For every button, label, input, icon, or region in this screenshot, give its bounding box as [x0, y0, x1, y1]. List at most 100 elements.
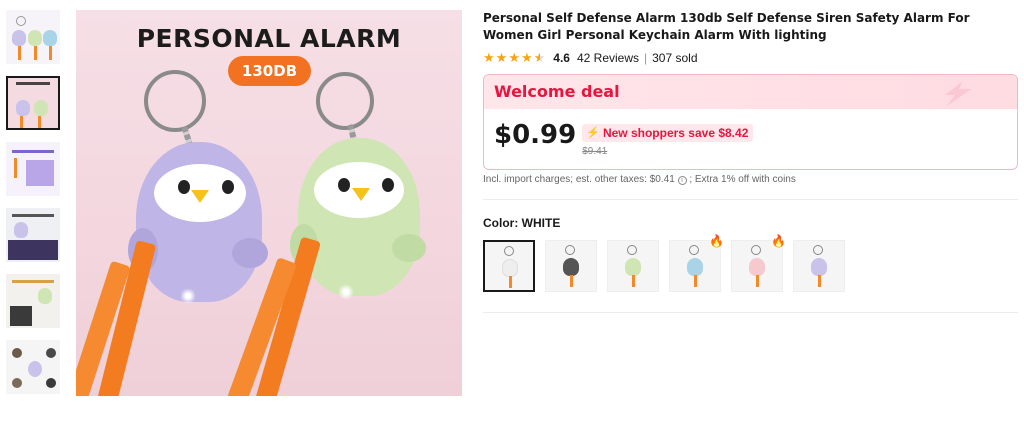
alarm-icon [28, 361, 42, 377]
thumbnail-list [6, 10, 64, 406]
keyring-icon [689, 245, 699, 255]
eye-icon [382, 178, 394, 192]
strap-icon [509, 276, 512, 288]
light-icon [180, 288, 196, 304]
current-price: $0.99 [494, 120, 577, 150]
wing-icon [232, 238, 268, 268]
strap-icon [20, 116, 23, 128]
star-icon: ★ [483, 50, 495, 65]
thumbnail-photo [10, 306, 32, 326]
beak-icon [352, 188, 370, 201]
alarm-icon [34, 100, 48, 116]
strap-icon [34, 46, 37, 60]
keyring-icon [16, 16, 26, 26]
thumbnail-1[interactable] [6, 10, 60, 64]
section-divider [483, 312, 1018, 313]
strap-icon [694, 275, 697, 287]
half-star-icon: ★ [533, 50, 546, 65]
eye-icon [222, 180, 234, 194]
swatch-white[interactable] [483, 240, 535, 292]
swatch-green[interactable] [607, 240, 659, 292]
original-price: $9.41 [582, 145, 608, 157]
thumbnail-3[interactable] [6, 142, 60, 196]
thumbnail-4[interactable] [6, 208, 60, 262]
photo-circle [12, 378, 22, 388]
alarm-icon [12, 30, 26, 46]
thumbnail-6[interactable] [6, 340, 60, 394]
rating-value: 4.6 [553, 51, 570, 65]
price-row: $0.99 ⚡ New shoppers save $8.42 $9.41 [494, 120, 754, 157]
swatch-purple[interactable] [793, 240, 845, 292]
color-selected-value: WHITE [521, 216, 561, 230]
thumbnail-photo [8, 240, 58, 260]
swatch-pink[interactable]: 🔥 [731, 235, 786, 292]
coins-note: ; Extra 1% off with coins [689, 174, 796, 185]
alarm-icon [563, 258, 579, 276]
info-icon[interactable]: i [677, 176, 687, 185]
alarm-icon [14, 222, 28, 238]
keyring-icon [316, 72, 374, 130]
star-icon: ★ [520, 50, 533, 65]
sold-count: 307 sold [652, 51, 698, 65]
star-rating[interactable]: ★ ★ ★ ★ ★ [483, 51, 545, 65]
color-label-key: Color: [483, 216, 519, 230]
tax-note: Incl. import charges; est. other taxes: … [483, 174, 1018, 185]
image-badge: 130DB [228, 56, 311, 86]
alarm-icon [625, 258, 641, 276]
strap-icon [38, 116, 41, 128]
purple-alarm-icon [128, 142, 268, 304]
product-info: Personal Self Defense Alarm 130db Self D… [483, 10, 1018, 313]
keyring-icon [751, 245, 761, 255]
swatch-black[interactable] [545, 240, 597, 292]
lightning-decoration-icon [945, 81, 971, 106]
thumbnail-2[interactable] [6, 76, 60, 130]
alarm-icon [16, 100, 30, 116]
eye-icon [338, 178, 350, 192]
light-icon [338, 284, 354, 300]
alarm-icon [749, 258, 765, 276]
green-alarm-icon [290, 138, 426, 300]
swatch-blue[interactable]: 🔥 [669, 235, 724, 292]
hot-flame-icon: 🔥 [709, 234, 724, 248]
alarm-icon [38, 288, 52, 304]
photo-circle [46, 378, 56, 388]
keyring-icon [627, 245, 637, 255]
thumbnail-panel [26, 160, 54, 186]
product-title: Personal Self Defense Alarm 130db Self D… [483, 11, 970, 42]
star-icon: ★ [495, 50, 508, 65]
keyring-icon [813, 245, 823, 255]
savings-block: ⚡ New shoppers save $8.42 $9.41 [582, 123, 754, 157]
image-headline: PERSONAL ALARM [136, 24, 402, 53]
strap-icon [570, 275, 573, 287]
thumbnail-text [12, 150, 54, 153]
strap-icon [756, 275, 759, 287]
color-swatches: 🔥 🔥 [483, 235, 1018, 292]
strap-icon [632, 275, 635, 287]
reviews-link[interactable]: 42 Reviews [577, 51, 639, 65]
alarm-icon [502, 259, 518, 277]
thumbnail-text [12, 280, 54, 283]
photo-circle [12, 348, 22, 358]
strap-icon [49, 46, 52, 60]
rating-row: ★ ★ ★ ★ ★ 4.6 42 Reviews | 307 sold [483, 50, 1018, 66]
thumbnail-headline [16, 82, 50, 85]
thumbnail-5[interactable] [6, 274, 60, 328]
photo-circle [46, 348, 56, 358]
eye-icon [178, 180, 190, 194]
tax-note-text: Incl. import charges; est. other taxes: … [483, 174, 675, 185]
section-divider [483, 199, 1018, 200]
main-product-image[interactable]: PERSONAL ALARM 130DB [76, 10, 462, 396]
keyring-icon [504, 246, 514, 256]
alarm-icon [43, 30, 57, 46]
thumbnail-text [12, 214, 54, 217]
welcome-deal-box: Welcome deal $0.99 ⚡ New shoppers save $… [483, 74, 1018, 170]
deal-header: Welcome deal [484, 75, 1017, 109]
flash-icon: ⚡ [586, 127, 600, 139]
strap-icon [14, 158, 17, 178]
wing-icon [392, 234, 426, 262]
strap-icon [18, 46, 21, 60]
keyring-icon [565, 245, 575, 255]
color-label: Color: WHITE [483, 216, 1018, 230]
strap-icon [818, 275, 821, 287]
divider-bar: | [644, 51, 648, 65]
